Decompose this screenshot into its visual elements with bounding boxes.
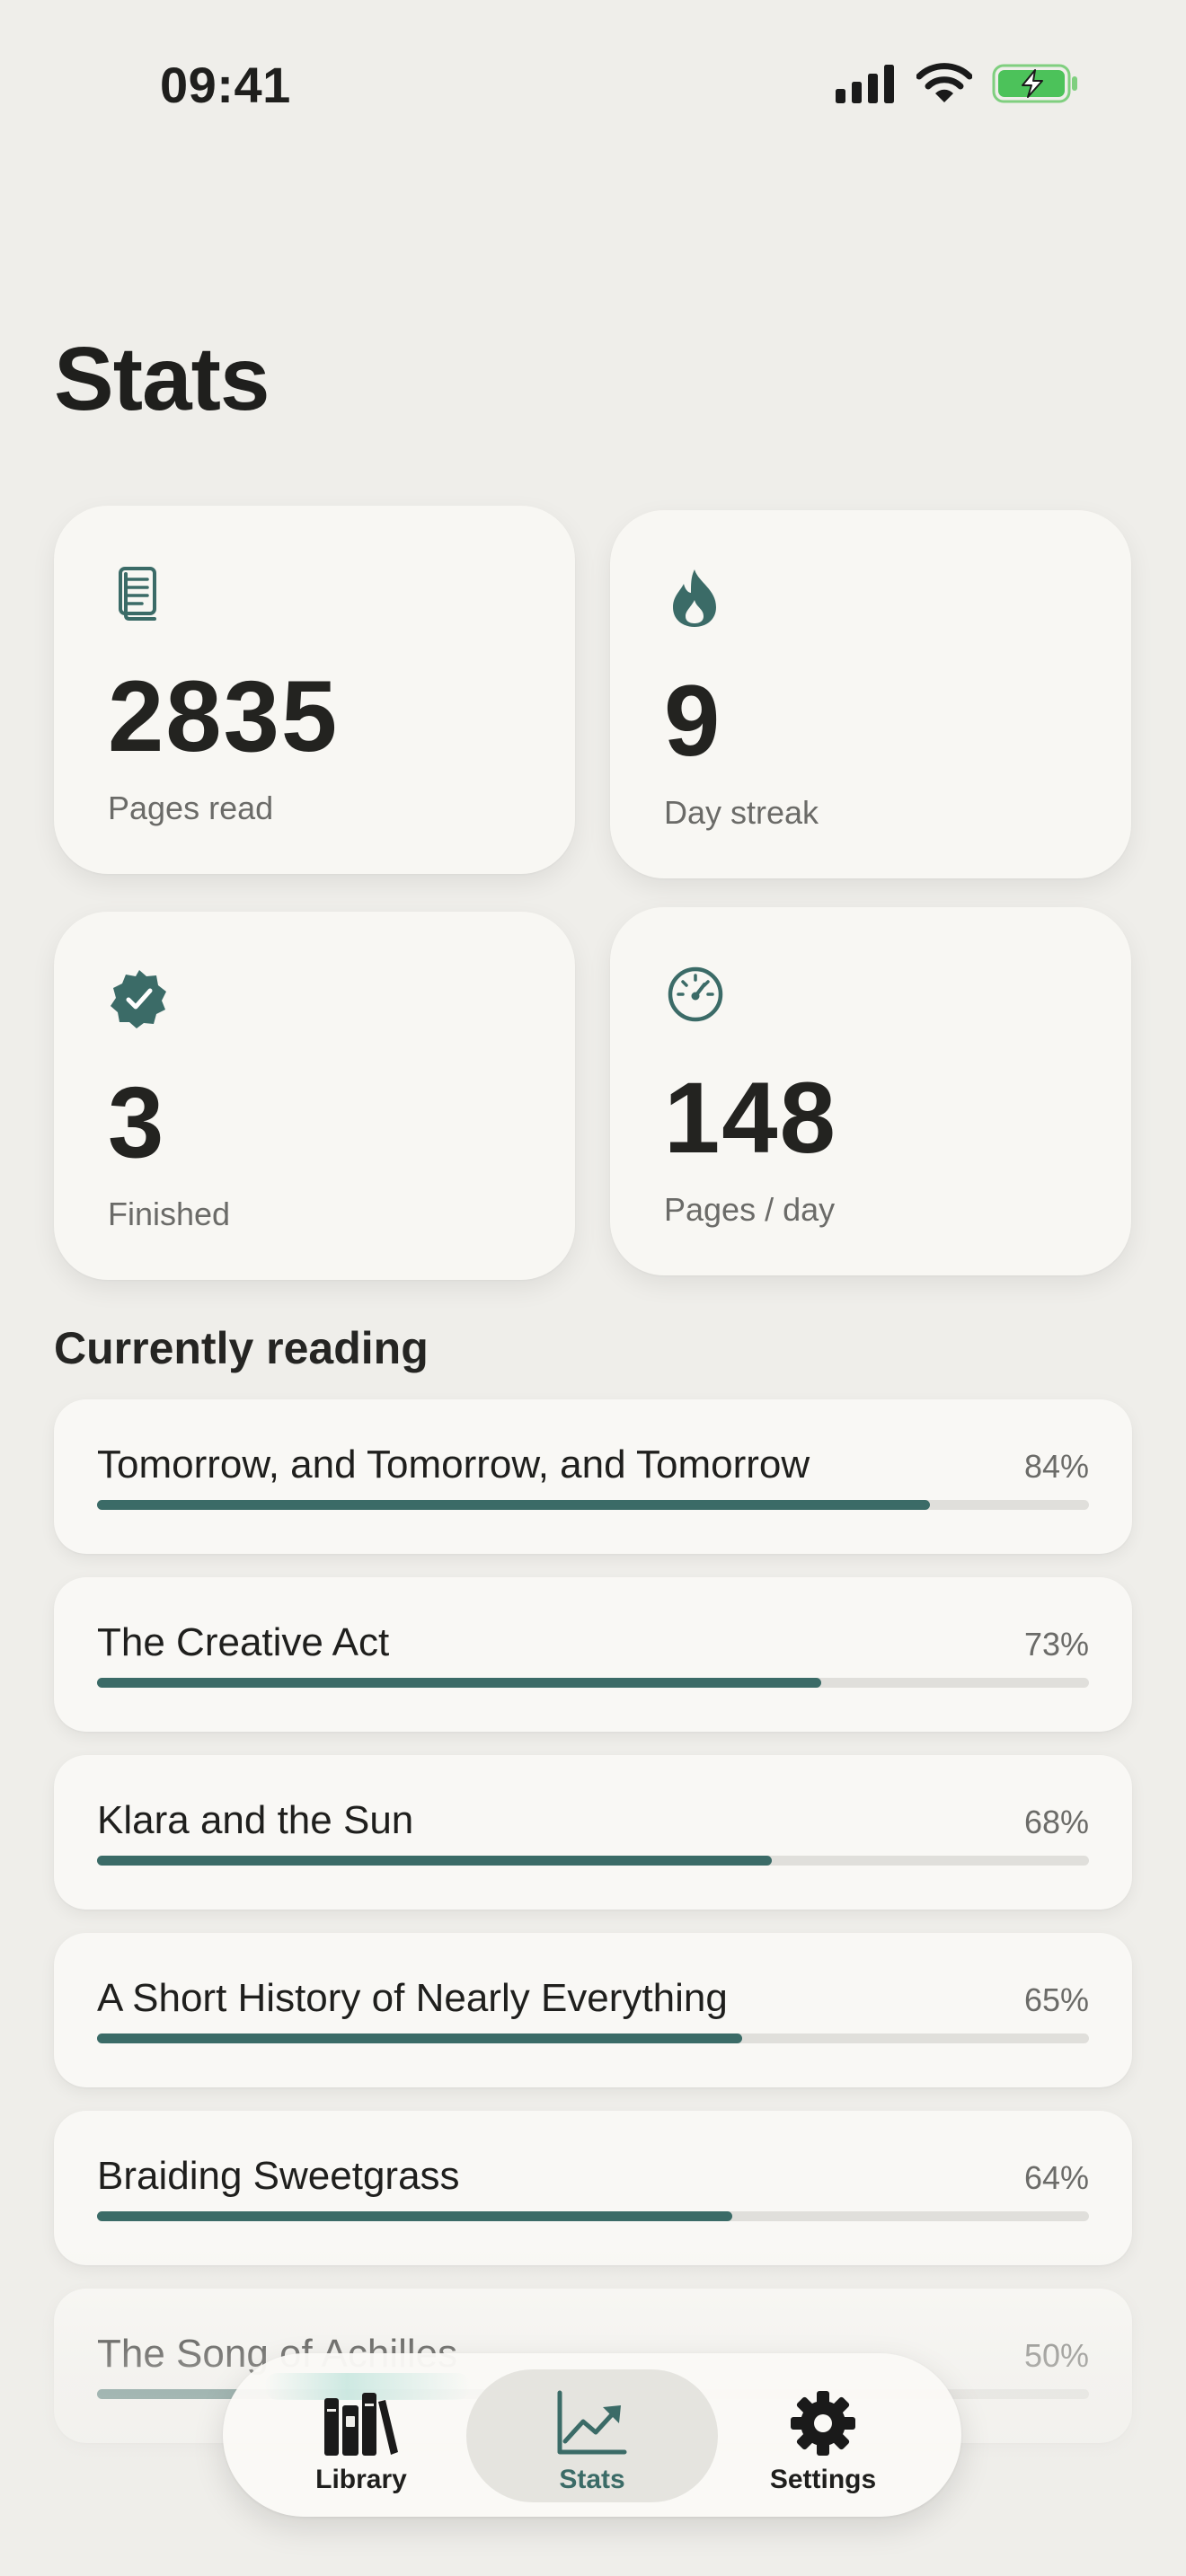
status-icons	[836, 63, 1078, 104]
books-icon	[323, 2389, 400, 2457]
tab-settings[interactable]: Settings	[697, 2369, 949, 2502]
progress-bar	[97, 2211, 1089, 2221]
book-percent: 50%	[1023, 2337, 1089, 2374]
book-title: The Creative Act	[97, 1620, 390, 1664]
tab-stats[interactable]: Stats	[466, 2369, 718, 2502]
progress-fill	[97, 1500, 931, 1510]
book-row[interactable]: Braiding Sweetgrass 64%	[54, 2111, 1132, 2265]
progress-fill	[97, 1856, 772, 1866]
stat-value: 3	[108, 1066, 166, 1178]
section-title-currently-reading: Currently reading	[54, 1323, 429, 1373]
book-percent: 68%	[1023, 1804, 1089, 1840]
cellular-signal-icon	[836, 65, 894, 103]
tab-label: Settings	[769, 2465, 877, 2494]
speedometer-icon	[668, 966, 723, 1022]
progress-bar	[97, 2033, 1089, 2043]
book-percent: 64%	[1023, 2159, 1089, 2196]
stat-value: 9	[664, 665, 722, 777]
book-row[interactable]: Tomorrow, and Tomorrow, and Tomorrow 84%	[54, 1399, 1132, 1554]
stat-label: Finished	[108, 1195, 231, 1232]
progress-bar	[97, 1678, 1089, 1688]
book-title: Tomorrow, and Tomorrow, and Tomorrow	[97, 1442, 810, 1486]
gear-icon	[789, 2389, 857, 2457]
progress-bar	[97, 1856, 1089, 1866]
status-time: 09:41	[160, 57, 291, 113]
book-row[interactable]: A Short History of Nearly Everything 65%	[54, 1933, 1132, 2087]
progress-fill	[97, 2033, 742, 2043]
stats-screen: 09:41 Stats 2835 Pages read 9 Day streak…	[0, 0, 1186, 2576]
book-title: A Short History of Nearly Everything	[97, 1976, 728, 2020]
stat-card-day-streak: 9 Day streak	[610, 510, 1131, 878]
book-title: Klara and the Sun	[97, 1798, 414, 1842]
book-percent: 65%	[1023, 1981, 1089, 2018]
book-row[interactable]: Klara and the Sun 68%	[54, 1755, 1132, 1910]
stat-label: Pages read	[108, 790, 274, 826]
wifi-icon	[916, 63, 972, 102]
battery-charging-icon	[992, 64, 1077, 103]
stat-label: Day streak	[664, 794, 819, 831]
book-percent: 73%	[1023, 1626, 1089, 1663]
verified-badge-icon	[111, 970, 166, 1028]
tab-bar: Library Stats Settings	[223, 2353, 961, 2517]
tab-library[interactable]: Library	[235, 2369, 487, 2502]
book-row[interactable]: The Creative Act 73%	[54, 1577, 1132, 1732]
page-title: Stats	[54, 329, 270, 429]
book-percent: 84%	[1023, 1448, 1089, 1485]
stat-label: Pages / day	[664, 1191, 836, 1228]
pages-icon	[119, 567, 156, 621]
book-title: Braiding Sweetgrass	[97, 2154, 460, 2198]
progress-bar	[97, 1500, 1089, 1510]
progress-fill	[97, 1678, 821, 1688]
tab-label: Stats	[559, 2465, 625, 2494]
stat-card-pages-per-day: 148 Pages / day	[610, 907, 1131, 1275]
stat-value: 148	[664, 1062, 837, 1174]
stat-card-finished: 3 Finished	[54, 912, 575, 1280]
stat-card-pages-read: 2835 Pages read	[54, 506, 575, 874]
status-bar: 09:41	[0, 0, 1186, 171]
stat-value: 2835	[108, 660, 340, 772]
flame-icon	[673, 569, 716, 627]
progress-fill	[97, 2211, 732, 2221]
tab-label: Library	[315, 2465, 407, 2494]
chart-icon	[556, 2389, 628, 2457]
